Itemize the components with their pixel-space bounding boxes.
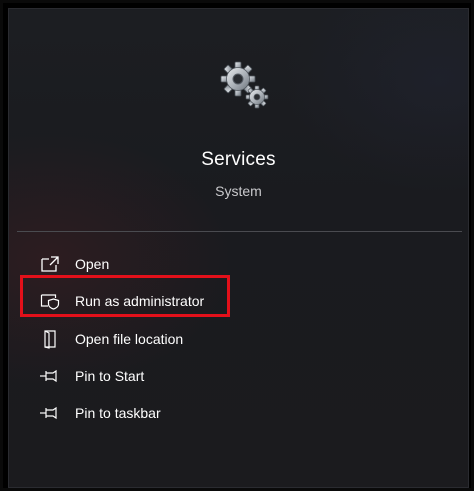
divider bbox=[17, 231, 462, 232]
menu-item-pin-to-start[interactable]: Pin to Start bbox=[23, 358, 233, 394]
menu-item-label: Pin to Start bbox=[75, 368, 145, 384]
gears-icon bbox=[220, 61, 269, 109]
shield-icon bbox=[39, 290, 61, 312]
menu-item-pin-to-taskbar[interactable]: Pin to taskbar bbox=[23, 395, 233, 431]
pin-icon bbox=[39, 402, 61, 424]
menu-item-label: Run as administrator bbox=[75, 293, 205, 309]
menu-item-open-file-location[interactable]: Open file location bbox=[23, 321, 233, 357]
screenshot-frame: Services System Open Run as administrato… bbox=[0, 0, 474, 491]
menu-item-label: Open file location bbox=[75, 331, 184, 347]
menu-item-label: Open bbox=[75, 256, 110, 272]
menu-item-open[interactable]: Open bbox=[23, 246, 233, 282]
app-title: Services bbox=[201, 149, 276, 170]
pin-icon bbox=[39, 365, 61, 387]
app-subtitle: System bbox=[215, 183, 262, 199]
menu-item-label: Pin to taskbar bbox=[75, 405, 161, 421]
open-icon bbox=[39, 253, 61, 275]
file-location-icon bbox=[39, 328, 61, 350]
menu-item-run-as-administrator[interactable]: Run as administrator bbox=[23, 283, 233, 319]
app-header: Services System bbox=[9, 9, 468, 225]
